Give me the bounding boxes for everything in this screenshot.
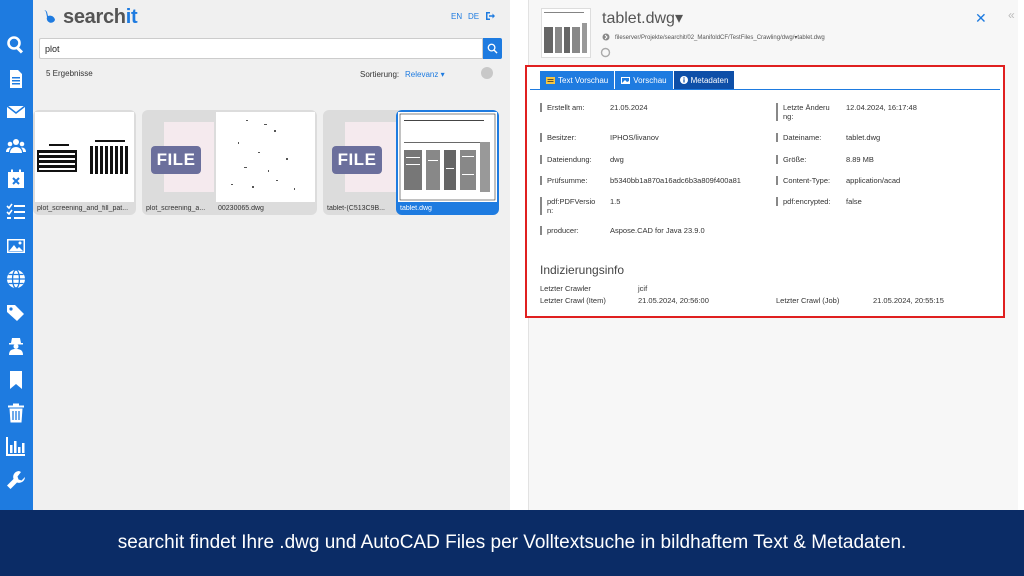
close-icon[interactable]: ✕ <box>975 10 987 27</box>
meta-value: 21.05.2024 <box>610 103 648 112</box>
searchit-logo-icon <box>44 10 55 23</box>
collapse-panel-icon[interactable]: « <box>1008 8 1015 22</box>
result-count: 5 Ergebnisse <box>46 69 93 78</box>
crawl-item-label: Letzter Crawl (Item) <box>540 296 606 305</box>
sort-label: Sortierung: <box>360 70 400 79</box>
result-card-label: plot_screening_and_fill_pat... <box>37 205 129 212</box>
text-preview-icon <box>546 76 555 84</box>
tags-icon[interactable] <box>5 302 27 324</box>
meta-key: Content-Type: <box>776 176 836 185</box>
lang-de-link[interactable]: DE <box>468 12 479 21</box>
meta-key: Dateiname: <box>776 133 836 142</box>
tab-label: Text Vorschau <box>558 75 609 85</box>
tab-divider <box>530 89 1000 90</box>
agent-icon[interactable] <box>5 335 27 357</box>
meta-value: application/acad <box>846 176 901 185</box>
meta-key: Größe: <box>776 155 836 164</box>
metadata-panel: Text Vorschau Vorschau Metadaten Erstell… <box>525 65 1005 318</box>
crawl-item-value: 21.05.2024, 20:56:00 <box>638 296 709 305</box>
meta-value: dwg <box>610 155 624 164</box>
video-caption: searchit findet Ihre .dwg und AutoCAD Fi… <box>117 532 907 553</box>
file-badge: FILE <box>151 146 201 174</box>
bookmark-icon[interactable] <box>5 369 27 391</box>
meta-key: Erstellt am: <box>540 103 600 112</box>
detail-thumbnail <box>541 8 591 58</box>
drawing-thumbnail <box>398 112 497 202</box>
link-icon <box>602 33 610 41</box>
logo-text: search <box>63 5 126 28</box>
meta-value: false <box>846 197 862 206</box>
search-icon[interactable] <box>5 34 27 56</box>
globe-icon[interactable] <box>5 268 27 290</box>
mail-icon[interactable] <box>5 101 27 123</box>
crawl-job-value: 21.05.2024, 20:55:15 <box>873 296 944 305</box>
result-card-label: 00230065.dwg <box>218 205 264 212</box>
drawing-thumbnail <box>216 112 315 202</box>
index-section-title: Indizierungsinfo <box>540 263 625 277</box>
logout-icon[interactable] <box>485 11 495 21</box>
document-icon[interactable] <box>5 68 27 90</box>
search-input[interactable] <box>39 38 483 59</box>
meta-key: producer: <box>540 226 600 235</box>
meta-value: b5340bb1a870a16adc6b3a809f400a81 <box>610 176 741 185</box>
crawler-label: Letzter Crawler <box>540 284 591 293</box>
sort-dropdown[interactable]: Relevanz ▾ <box>405 70 445 79</box>
meta-key: pdf:PDFVersio n: <box>540 197 600 215</box>
image-icon[interactable] <box>5 235 27 257</box>
image-icon <box>621 76 631 84</box>
trash-icon[interactable] <box>5 402 27 424</box>
drawing-thumbnail <box>35 112 134 202</box>
app-window: searchit EN DE 5 Ergebnisse Sortierung: … <box>0 0 1024 510</box>
result-card-label: tablet.dwg <box>400 205 432 212</box>
sidebar <box>0 0 33 510</box>
result-card[interactable]: 00230065.dwg <box>214 110 317 215</box>
detail-title[interactable]: tablet.dwg▾ <box>602 8 683 28</box>
tab-metadata[interactable]: Metadaten <box>673 71 735 89</box>
crawler-value: jcif <box>638 284 648 293</box>
detail-path[interactable]: fileserver/Projekte/searchit/02_Manifold… <box>615 34 825 41</box>
checklist-icon[interactable] <box>5 201 27 223</box>
search-panel: searchit EN DE 5 Ergebnisse Sortierung: … <box>33 0 510 510</box>
chart-icon[interactable] <box>5 435 27 457</box>
search-icon <box>487 43 498 54</box>
file-badge: FILE <box>332 146 382 174</box>
info-icon <box>679 76 688 84</box>
users-icon[interactable] <box>5 135 27 157</box>
result-card-selected[interactable]: tablet.dwg <box>396 110 499 215</box>
meta-key: Letzte Änderu ng: <box>776 103 836 121</box>
tab-preview[interactable]: Vorschau <box>615 71 673 89</box>
tab-label: Metadaten <box>690 75 729 85</box>
meta-key: Prüfsumme: <box>540 176 600 185</box>
lang-en-link[interactable]: EN <box>451 12 462 21</box>
tab-label: Vorschau <box>633 75 667 85</box>
meta-value: 8.89 MB <box>846 155 874 164</box>
meta-value: Aspose.CAD for Java 23.9.0 <box>610 226 705 235</box>
meta-value: tablet.dwg <box>846 133 881 142</box>
refresh-icon[interactable] <box>600 47 611 58</box>
meta-value: 1.5 <box>610 197 621 206</box>
meta-value: 12.04.2024, 16:17:48 <box>846 103 917 112</box>
meta-value: IPHOS/livanov <box>610 133 659 142</box>
detail-tabs: Text Vorschau Vorschau Metadaten <box>540 71 735 89</box>
logo-text-accent: it <box>125 5 138 28</box>
searchit-logo: searchit <box>43 5 138 28</box>
crawl-job-label: Letzter Crawl (Job) <box>776 296 840 305</box>
tab-text-preview[interactable]: Text Vorschau <box>540 71 615 89</box>
meta-key: Dateiendung: <box>540 155 600 164</box>
meta-key: pdf:encrypted: <box>776 197 836 206</box>
result-card[interactable]: plot_screening_and_fill_pat... <box>33 110 136 215</box>
sort-order-button[interactable] <box>481 67 493 79</box>
search-button[interactable] <box>483 38 502 59</box>
wrench-icon[interactable] <box>5 469 27 491</box>
calendar-icon[interactable] <box>5 168 27 190</box>
meta-key: Besitzer: <box>540 133 600 142</box>
